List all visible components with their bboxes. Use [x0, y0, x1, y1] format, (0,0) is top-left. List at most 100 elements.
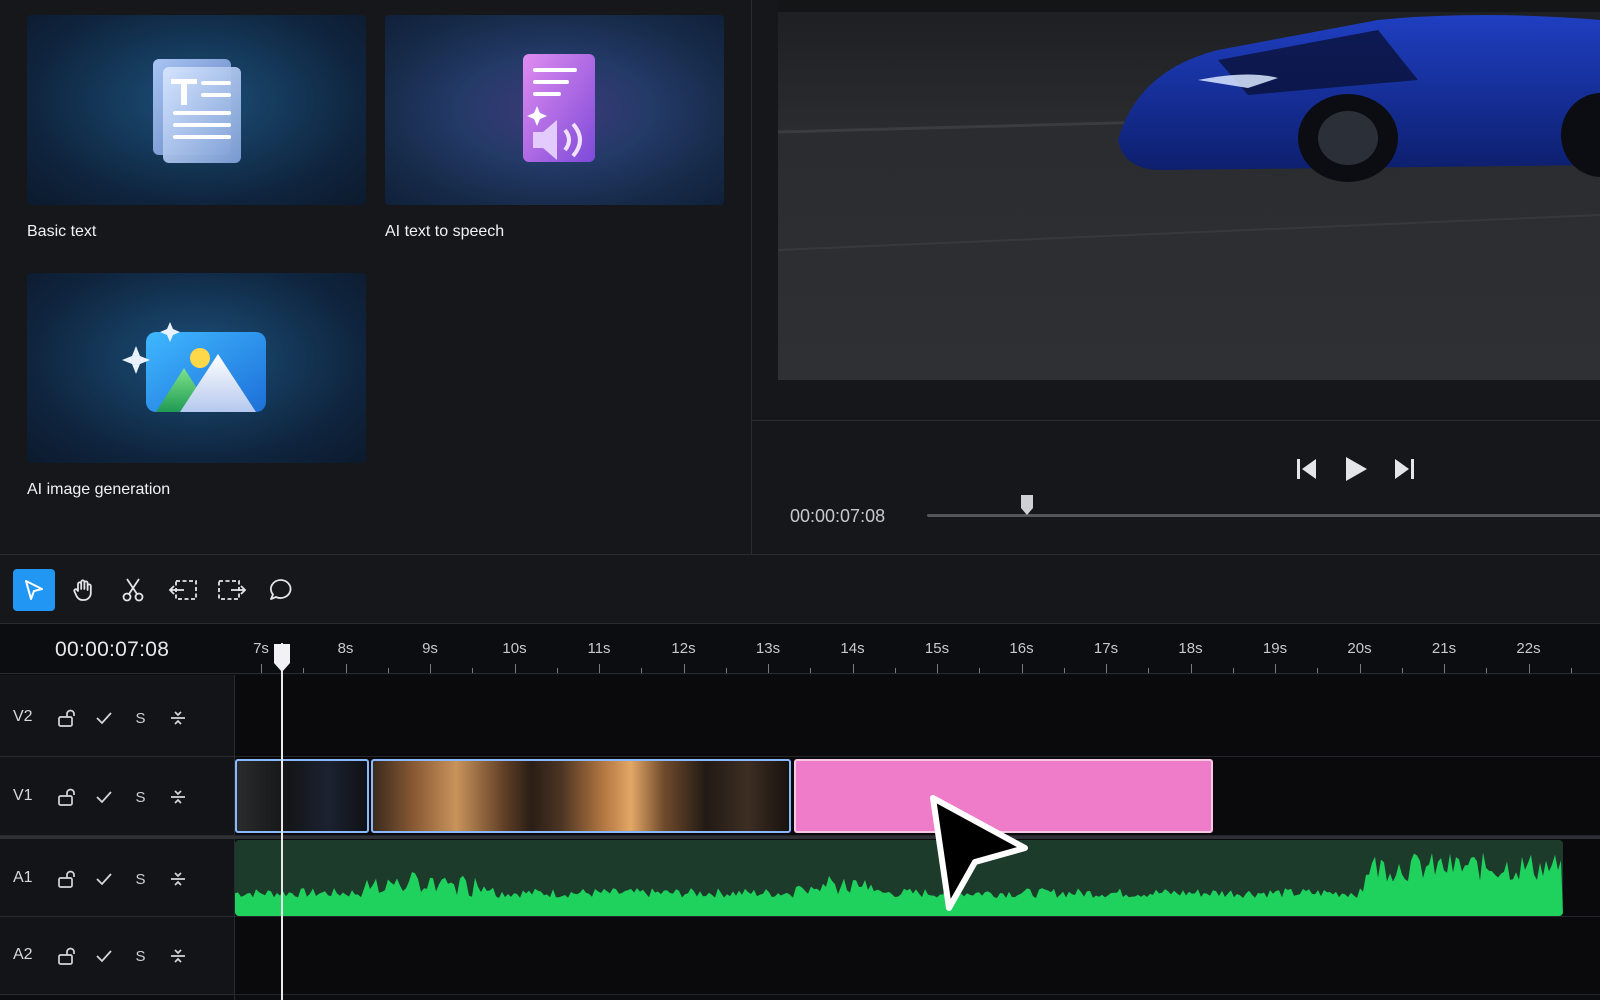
ruler-label: 14s [840, 640, 865, 657]
solo-button[interactable]: S [122, 868, 159, 890]
track-header-a2: A2 S [0, 917, 235, 995]
ruler-label: 19s [1262, 640, 1288, 657]
ruler-label: 22s [1516, 640, 1541, 657]
ruler-label: 13s [755, 640, 781, 657]
lock-button[interactable] [48, 868, 85, 890]
playhead-line [281, 643, 283, 1000]
card-ai-text-to-speech[interactable]: AI text to speech [385, 15, 724, 241]
skip-back-icon [1297, 459, 1316, 479]
checkmark-icon [95, 873, 112, 886]
visibility-check-button[interactable] [85, 707, 122, 729]
speech-document-icon [522, 54, 595, 162]
card-thumbnail [27, 273, 366, 463]
pink-clip[interactable] [794, 759, 1213, 833]
track-lane-a2[interactable] [235, 917, 1600, 995]
ruler-label: 7s [253, 640, 269, 657]
video-editor: Basic text AI text to speech AI image ge… [0, 0, 1600, 1000]
track-header-v2: V2 S [0, 675, 235, 757]
card-label: Basic text [27, 223, 97, 240]
divide-icon [170, 949, 185, 963]
ruler-label: 21s [1431, 640, 1457, 657]
ruler-label: 9s [422, 640, 438, 657]
cut-tool-button[interactable] [112, 569, 154, 611]
lock-button[interactable] [48, 945, 85, 967]
video-clip[interactable] [235, 759, 369, 833]
play-button[interactable] [1343, 455, 1369, 488]
header-lane-divider [234, 675, 235, 1000]
card-thumbnail [385, 15, 724, 205]
track-height-button[interactable] [159, 945, 196, 967]
image-sparkle-icon [121, 322, 266, 412]
track-header-a1: A1 S [0, 839, 235, 917]
track-name: V2 [13, 708, 33, 725]
divide-icon [170, 872, 185, 886]
scrubber-handle-icon [1021, 495, 1033, 515]
skip-forward-button[interactable] [1393, 457, 1415, 486]
scissors-icon [122, 578, 144, 602]
card-basic-text[interactable]: Basic text [27, 15, 366, 241]
ruler-label: 20s [1347, 640, 1372, 657]
solo-button[interactable]: S [122, 945, 159, 967]
divide-icon [170, 790, 185, 804]
select-tool-button[interactable] [13, 569, 55, 611]
hand-tool-button[interactable] [63, 569, 105, 611]
visibility-check-button[interactable] [85, 868, 122, 890]
video-clip[interactable] [371, 759, 791, 833]
timeline-toolbar [0, 554, 1600, 624]
ruler-label: 18s [1178, 640, 1203, 657]
checkmark-icon [95, 712, 112, 725]
card-label: AI image generation [27, 481, 171, 498]
skip-back-button[interactable] [1296, 457, 1318, 486]
visibility-check-button[interactable] [85, 786, 122, 808]
ruler-label: 8s [337, 640, 354, 657]
ruler-label: 17s [1093, 640, 1119, 657]
track-height-button[interactable] [159, 786, 196, 808]
track-name: V1 [13, 787, 33, 804]
ruler-label: 11s [587, 640, 611, 657]
hand-icon [73, 579, 92, 601]
text-document-icon [152, 59, 241, 163]
checkmark-icon [95, 791, 112, 804]
scrubber-handle[interactable] [1020, 494, 1034, 521]
solo-button[interactable]: S [122, 786, 159, 808]
solo-button[interactable]: S [122, 707, 159, 729]
unlock-icon [57, 788, 75, 806]
track-height-button[interactable] [159, 707, 196, 729]
unlock-icon [57, 947, 75, 965]
divide-icon [170, 711, 185, 725]
car-image [778, 0, 1600, 380]
track-name: A2 [13, 946, 33, 963]
track-header-v1: V1 S [0, 757, 235, 836]
card-ai-image-generation[interactable]: AI image generation [27, 273, 366, 499]
lock-button[interactable] [48, 707, 85, 729]
playhead-handle[interactable] [273, 643, 291, 678]
preview-panel: 00:00:07:08 [751, 0, 1600, 554]
track-lane-v2[interactable] [235, 675, 1600, 757]
trim-right-icon [218, 580, 247, 600]
ruler-label: 10s [502, 640, 527, 657]
trim-left-icon [168, 580, 197, 600]
timeline-timecode: 00:00:07:08 [55, 638, 170, 661]
trim-left-tool-button[interactable] [162, 569, 204, 611]
trim-right-tool-button[interactable] [211, 569, 253, 611]
lock-button[interactable] [48, 786, 85, 808]
card-label: AI text to speech [385, 223, 505, 240]
playhead-handle-icon [274, 644, 290, 672]
unlock-icon [57, 709, 75, 727]
comment-tool-button[interactable] [260, 569, 302, 611]
comment-bubble-icon [270, 579, 292, 600]
ruler-label: 16s [1009, 640, 1034, 657]
ruler-divider [0, 673, 1600, 674]
track-height-button[interactable] [159, 868, 196, 890]
preview-divider [752, 420, 1600, 421]
pointer-arrow-icon [25, 580, 43, 600]
skip-forward-icon [1395, 459, 1414, 479]
preview-video-frame [778, 0, 1600, 380]
visibility-check-button[interactable] [85, 945, 122, 967]
track-name: A1 [13, 869, 33, 886]
audio-clip[interactable] [235, 840, 1563, 916]
time-ruler[interactable]: 7s 8s 9s 10s 11s 12s 13s 14s 15s 16s 17s 18s 19s 20s 2… [235, 624, 1600, 674]
card-thumbnail [27, 15, 366, 205]
ruler-label: 15s [924, 640, 950, 657]
play-icon [1346, 457, 1367, 481]
